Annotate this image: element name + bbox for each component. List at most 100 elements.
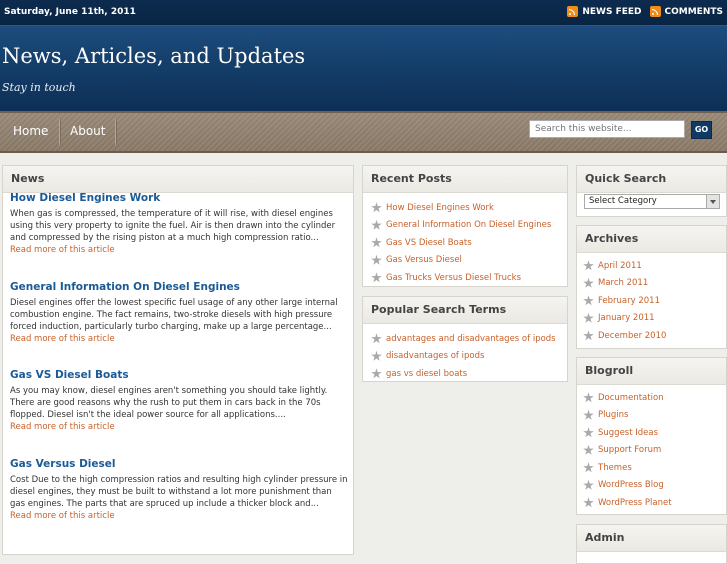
chevron-down-icon: [706, 195, 719, 208]
search-input[interactable]: [529, 120, 685, 138]
blogroll-link[interactable]: Suggest Ideas: [583, 424, 726, 442]
admin-panel: Admin: [576, 524, 727, 564]
archive-label: February 2011: [598, 295, 660, 306]
blogroll-link[interactable]: Themes: [583, 459, 726, 477]
top-bar: Saturday, June 11th, 2011 NEWS FEED COMM…: [0, 0, 727, 25]
category-select-value: Select Category: [589, 196, 657, 206]
recent-post-link[interactable]: Gas VS Diesel Boats: [371, 234, 567, 252]
post-title-link[interactable]: Gas Versus Diesel: [10, 458, 348, 470]
post-title-link[interactable]: How Diesel Engines Work: [10, 192, 348, 204]
blogroll-label: Plugins: [598, 410, 629, 421]
news-feed-link[interactable]: NEWS FEED: [567, 6, 642, 17]
blogroll-link[interactable]: WordPress Blog: [583, 477, 726, 495]
current-date: Saturday, June 11th, 2011: [4, 7, 136, 17]
star-icon: [583, 479, 594, 490]
archive-link[interactable]: April 2011: [583, 257, 726, 275]
post-title-link[interactable]: General Information On Diesel Engines: [10, 281, 348, 293]
news-post: Gas Versus Diesel Cost Due to the high c…: [10, 458, 348, 522]
star-icon: [371, 272, 382, 283]
news-post: General Information On Diesel Engines Di…: [10, 281, 348, 345]
recent-post-label: General Information On Diesel Engines: [386, 220, 552, 231]
category-select[interactable]: Select Category: [584, 194, 720, 209]
star-icon: [583, 330, 594, 341]
blogroll-label: Themes: [598, 462, 632, 473]
search-term-link[interactable]: disadvantages of ipods: [371, 348, 567, 366]
blogroll-link[interactable]: Support Forum: [583, 442, 726, 460]
read-more-link[interactable]: Read more of this article: [10, 510, 348, 522]
blogroll-label: Suggest Ideas: [598, 427, 659, 438]
recent-post-label: Gas VS Diesel Boats: [386, 237, 472, 248]
popular-search-list: advantages and disadvantages of ipods di…: [363, 324, 567, 383]
star-icon: [583, 462, 594, 473]
archives-list: April 2011 March 2011 February 2011 Janu…: [577, 253, 726, 345]
search-term-link[interactable]: gas vs diesel boats: [371, 365, 567, 383]
read-more-link[interactable]: Read more of this article: [10, 333, 348, 345]
blogroll-label: Support Forum: [598, 445, 662, 456]
blogroll-link[interactable]: Documentation: [583, 389, 726, 407]
star-icon: [371, 219, 382, 230]
comments-feed-label: COMMENTS: [664, 6, 723, 17]
archive-label: December 2010: [598, 330, 667, 341]
recent-post-label: Gas Versus Diesel: [386, 255, 462, 266]
recent-post-link[interactable]: Gas Versus Diesel: [371, 252, 567, 270]
news-panel: News How Diesel Engines Work When gas is…: [2, 165, 354, 555]
recent-post-label: Gas Trucks Versus Diesel Trucks: [386, 272, 522, 283]
search-term-link[interactable]: advantages and disadvantages of ipods: [371, 330, 567, 348]
site-header: News, Articles, and Updates Stay in touc…: [0, 25, 727, 112]
blogroll-heading: Blogroll: [577, 358, 726, 385]
search-go-button[interactable]: GO: [691, 121, 712, 139]
quick-search-heading: Quick Search: [577, 166, 726, 193]
read-more-link[interactable]: Read more of this article: [10, 421, 348, 433]
star-icon: [583, 312, 594, 323]
star-icon: [371, 333, 382, 344]
feed-links: NEWS FEED COMMENTS: [567, 6, 723, 17]
blogroll-label: Documentation: [598, 392, 664, 403]
rss-icon: [567, 6, 579, 17]
blogroll-link[interactable]: Plugins: [583, 407, 726, 425]
archives-panel: Archives April 2011 March 2011 February …: [576, 225, 727, 349]
news-heading: News: [3, 166, 353, 193]
post-excerpt: Diesel engines offer the lowest specific…: [10, 298, 338, 332]
read-more-link[interactable]: Read more of this article: [10, 244, 348, 256]
news-post: How Diesel Engines Work When gas is comp…: [10, 192, 348, 256]
star-icon: [583, 427, 594, 438]
recent-posts-panel: Recent Posts How Diesel Engines Work Gen…: [362, 165, 568, 287]
post-excerpt: When gas is compressed, the temperature …: [10, 209, 336, 243]
recent-posts-heading: Recent Posts: [363, 166, 567, 193]
archive-label: January 2011: [598, 313, 655, 324]
star-icon: [583, 497, 594, 508]
archives-heading: Archives: [577, 226, 726, 253]
search-term-label: gas vs diesel boats: [386, 368, 468, 379]
comments-feed-link[interactable]: COMMENTS: [649, 6, 723, 17]
news-feed-label: NEWS FEED: [582, 6, 642, 17]
nav-item-about[interactable]: About: [58, 113, 117, 151]
nav-divider: [115, 119, 116, 145]
blogroll-label: WordPress Planet: [598, 497, 672, 508]
star-icon: [371, 368, 382, 379]
archive-label: April 2011: [598, 260, 642, 271]
recent-posts-list: How Diesel Engines Work General Informat…: [363, 193, 567, 287]
recent-post-link[interactable]: Gas Trucks Versus Diesel Trucks: [371, 269, 567, 287]
archive-link[interactable]: March 2011: [583, 275, 726, 293]
quick-search-panel: Quick Search Select Category: [576, 165, 727, 217]
archive-link[interactable]: December 2010: [583, 327, 726, 345]
star-icon: [583, 295, 594, 306]
star-icon: [371, 202, 382, 213]
recent-post-link[interactable]: General Information On Diesel Engines: [371, 217, 567, 235]
star-icon: [583, 444, 594, 455]
blogroll-link[interactable]: WordPress Planet: [583, 494, 726, 512]
blogroll-list: Documentation Plugins Suggest Ideas Supp…: [577, 385, 726, 512]
nav-item-home[interactable]: Home: [1, 113, 60, 151]
site-title[interactable]: News, Articles, and Updates: [2, 44, 305, 68]
star-icon: [583, 409, 594, 420]
star-icon: [371, 350, 382, 361]
star-icon: [371, 237, 382, 248]
site-tagline: Stay in touch: [2, 81, 76, 94]
archive-link[interactable]: January 2011: [583, 310, 726, 328]
news-post: Gas VS Diesel Boats As you may know, die…: [10, 369, 348, 433]
recent-post-link[interactable]: How Diesel Engines Work: [371, 199, 567, 217]
blogroll-label: WordPress Blog: [598, 480, 664, 491]
post-title-link[interactable]: Gas VS Diesel Boats: [10, 369, 348, 381]
recent-post-label: How Diesel Engines Work: [386, 202, 494, 213]
archive-link[interactable]: February 2011: [583, 292, 726, 310]
